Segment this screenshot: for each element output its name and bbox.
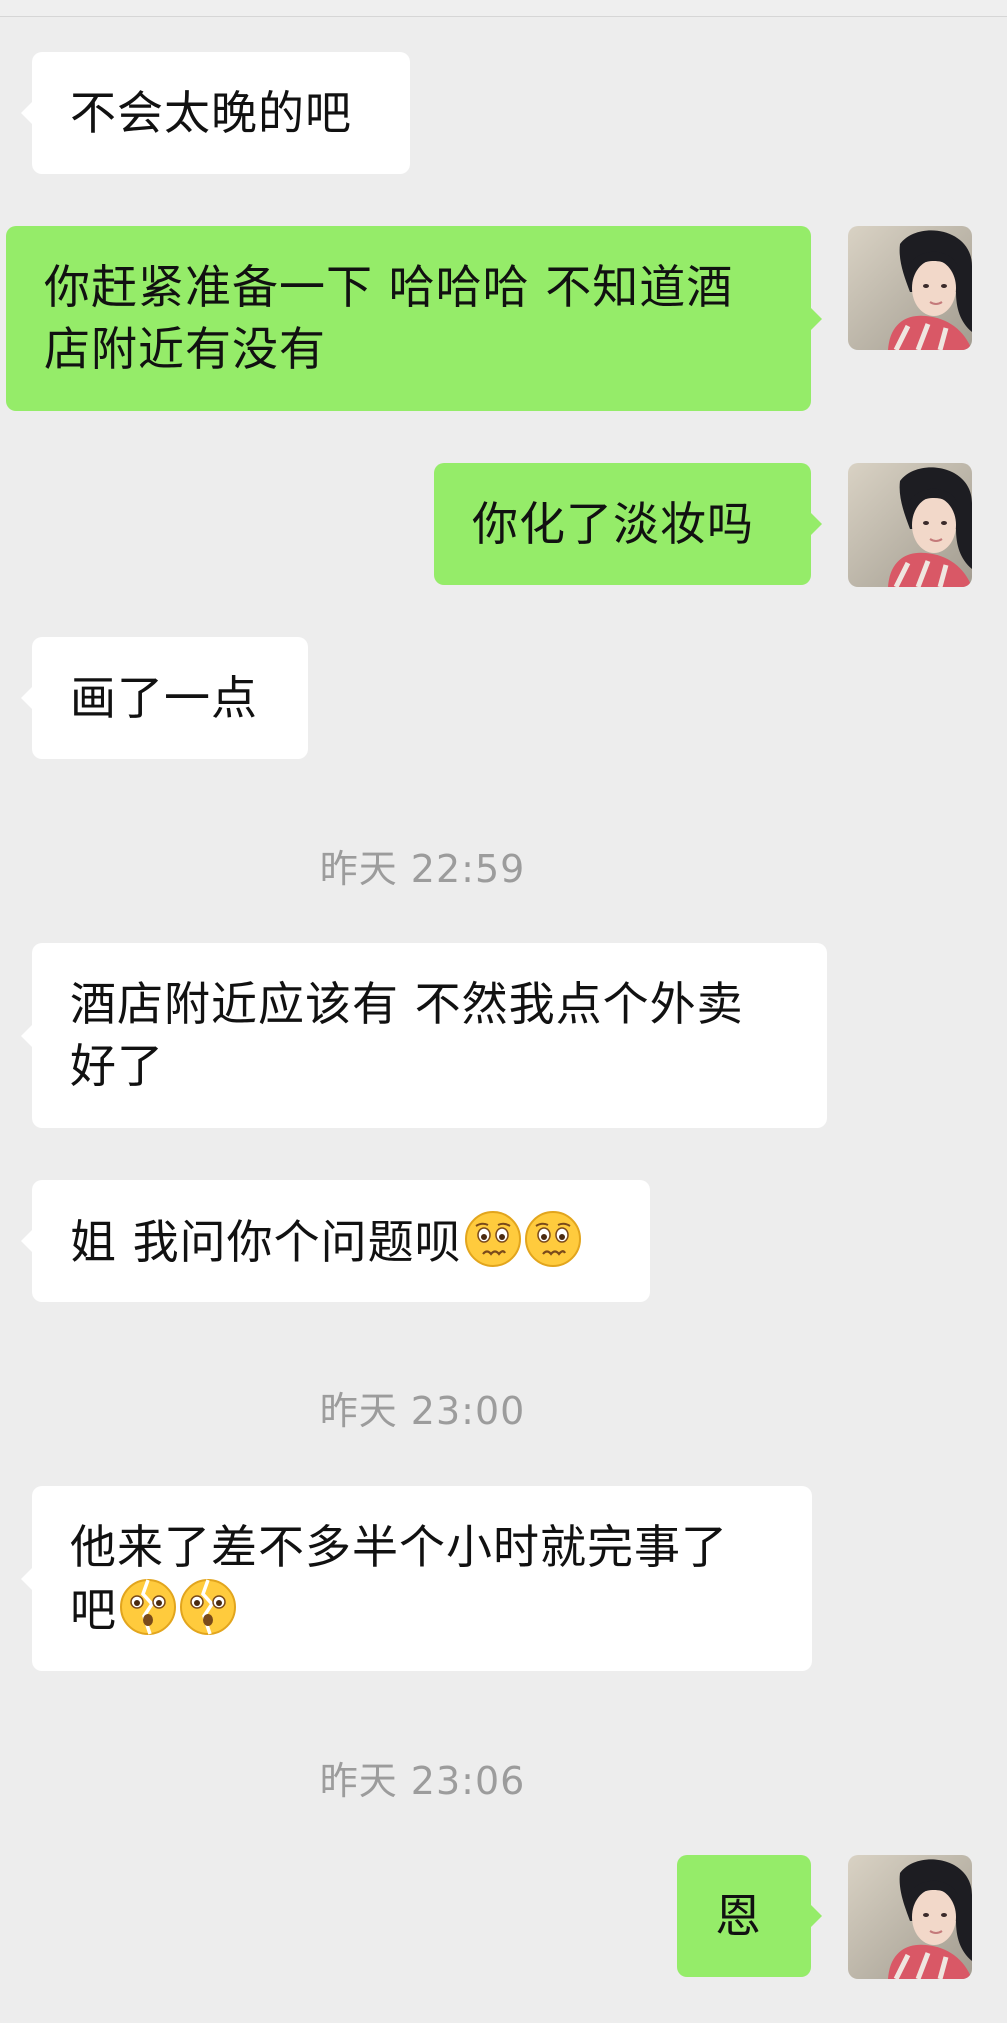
broken-face-emoji (120, 1579, 176, 1635)
worried-face-emoji (524, 1211, 581, 1267)
message-text-line: 好了 (70, 1039, 164, 1093)
avatar[interactable] (848, 226, 972, 350)
incoming-message[interactable]: 不会太晚的吧 (21, 52, 410, 174)
incoming-message[interactable]: 姐 我问你个问题呗 (21, 1180, 650, 1302)
avatar[interactable] (848, 463, 972, 587)
avatar-photo (848, 1855, 972, 1979)
outgoing-message[interactable]: 恩 (677, 1855, 822, 1977)
incoming-message[interactable]: 画了一点 (21, 637, 308, 759)
outgoing-message[interactable]: 你赶紧准备一下 哈哈哈 不知道酒 店附近有没有 (6, 226, 822, 411)
message-text-line: 吧 (70, 1578, 774, 1641)
message-text: 姐 我问你个问题呗 (70, 1215, 462, 1269)
timestamp: 昨天 23:06 (319, 1759, 526, 1803)
message-text-line: 他来了差不多半个小时就完事了 (70, 1520, 728, 1574)
timestamp: 昨天 23:00 (319, 1389, 526, 1433)
outgoing-message[interactable]: 你化了淡妆吗 (434, 463, 822, 585)
incoming-message[interactable]: 他来了差不多半个小时就完事了 吧 (21, 1486, 812, 1671)
message-text-line: 酒店附近应该有 不然我点个外卖 (70, 977, 744, 1031)
message-text: 吧 (70, 1583, 117, 1637)
message-text-line: 你赶紧准备一下 哈哈哈 不知道酒 (44, 260, 734, 314)
worried-face-emoji (464, 1211, 521, 1267)
message-text: 你化了淡妆吗 (472, 497, 754, 551)
avatar-photo (848, 463, 972, 587)
top-divider (0, 0, 1007, 17)
avatar[interactable] (848, 1855, 972, 1979)
message-text: 恩 (715, 1889, 762, 1943)
timestamp: 昨天 22:59 (319, 847, 526, 891)
avatar-photo (848, 226, 972, 350)
message-text: 画了一点 (70, 671, 258, 725)
broken-face-emoji (180, 1579, 236, 1635)
message-text-line: 店附近有没有 (44, 322, 326, 376)
message-text: 不会太晚的吧 (70, 86, 352, 140)
incoming-message[interactable]: 酒店附近应该有 不然我点个外卖 好了 (21, 943, 827, 1128)
